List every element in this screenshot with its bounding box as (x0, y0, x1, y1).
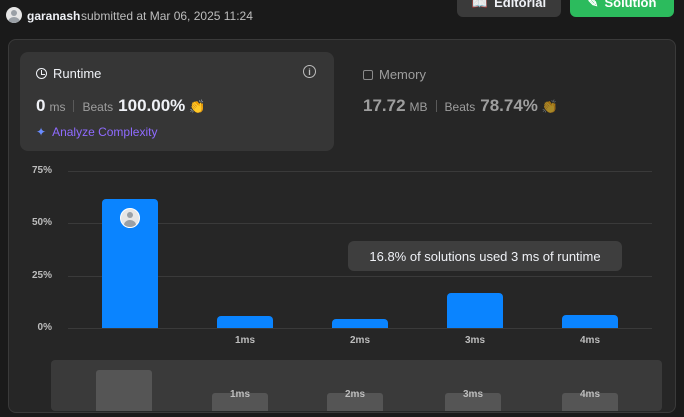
runtime-beats-label: Beats (82, 100, 114, 114)
y-tick-label: 50% (31, 217, 52, 229)
chart-bar[interactable] (332, 318, 388, 328)
edit-icon: ✎ (587, 0, 599, 10)
distribution-tooltip: 16.8% of solutions used 3 ms of runtime (348, 241, 622, 271)
memory-beats-label: Beats (444, 100, 476, 114)
memory-value: 17.72 (363, 96, 406, 115)
info-icon[interactable]: i (303, 65, 316, 78)
minimap-x-label: 3ms (462, 389, 483, 400)
username-link[interactable]: garanash (27, 9, 80, 23)
user-avatar[interactable] (6, 7, 22, 23)
divider (435, 100, 437, 112)
chip-icon (363, 69, 373, 80)
submitted-timestamp: submitted at Mar 06, 2025 11:24 (81, 9, 253, 23)
memory-metric-row: 17.72 MB Beats 78.74% 👏 (363, 96, 558, 116)
editorial-label: Editorial (494, 0, 547, 10)
chart-bar[interactable] (447, 292, 503, 328)
clap-icon: 👏 (189, 99, 206, 114)
chart-range-minimap[interactable]: 1ms 2ms 3ms 4ms (51, 360, 662, 411)
y-tick-label: 75% (31, 165, 52, 176)
minimap-x-label: 1ms (229, 389, 250, 400)
y-tick-label: 0% (37, 322, 52, 333)
analyze-complexity-link[interactable]: ✦ Analyze Complexity (36, 125, 157, 139)
solution-button[interactable]: ✎ Solution (570, 0, 674, 17)
runtime-title-row: Runtime (36, 66, 101, 81)
x-tick-label: 3ms (464, 335, 485, 346)
x-tick-label: 2ms (349, 335, 370, 346)
minimap-x-label: 2ms (344, 389, 365, 400)
memory-tab[interactable]: Memory (363, 67, 426, 82)
minimap-x-label: 4ms (579, 389, 600, 400)
clap-icon: 👏 (541, 99, 559, 114)
runtime-beats-value: 100.00% (118, 96, 186, 115)
editorial-button[interactable]: 📖 Editorial (457, 0, 561, 17)
clock-icon (36, 68, 47, 79)
runtime-value: 0 (36, 96, 46, 115)
runtime-metric-row: 0 ms Beats 100.00% 👏 (36, 96, 205, 116)
sparkle-icon: ✦ (36, 125, 47, 139)
memory-title: Memory (379, 67, 426, 82)
divider (73, 100, 75, 112)
gridline (68, 171, 652, 172)
chart-bar[interactable] (217, 316, 273, 328)
x-tick-label: 4ms (579, 335, 600, 346)
submission-header: garanash submitted at Mar 06, 2025 11:24… (0, 0, 684, 34)
memory-beats-value: 78.74% (480, 96, 538, 115)
gridline (68, 328, 652, 329)
solution-label: Solution (604, 0, 657, 10)
runtime-unit: ms (49, 100, 66, 114)
memory-unit: MB (409, 100, 428, 114)
analyze-complexity-label: Analyze Complexity (52, 125, 158, 139)
book-icon: 📖 (471, 0, 489, 10)
minimap-bar (96, 370, 152, 411)
x-tick-label: 1ms (234, 335, 255, 346)
y-tick-label: 25% (31, 269, 52, 281)
runtime-title: Runtime (53, 66, 102, 81)
chart-bar[interactable] (562, 315, 618, 328)
